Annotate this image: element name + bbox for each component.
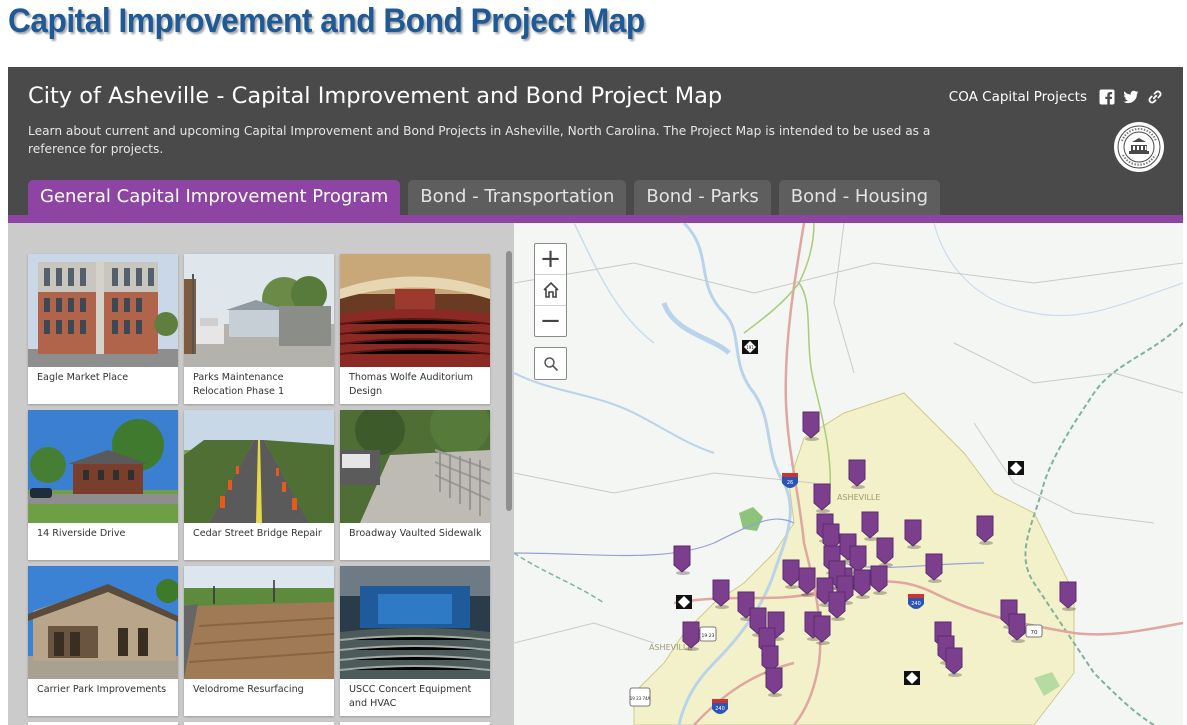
project-pin[interactable] (802, 411, 820, 441)
project-card-broadway-vaulted-sidewalk[interactable]: Broadway Vaulted Sidewalk (340, 410, 490, 560)
project-thumbnail (340, 566, 490, 679)
project-thumbnail (28, 254, 178, 367)
coa-capital-projects-link[interactable]: COA Capital Projects (949, 89, 1087, 105)
project-pin[interactable] (848, 459, 866, 489)
route-shield-19-23: 19 23 (699, 626, 717, 642)
project-caption: Velodrome Resurfacing (193, 684, 304, 695)
zoom-in-button[interactable]: + (535, 244, 566, 274)
map-label-asheville-north: ASHEVILLE (837, 493, 880, 502)
project-pin[interactable] (765, 667, 783, 697)
project-pin[interactable] (904, 519, 922, 549)
project-pin[interactable] (682, 621, 700, 651)
project-map[interactable]: ASHEVILLE ASHEVILLE 26 240 240 70 19 23 (514, 223, 1183, 725)
svg-text:26: 26 (787, 480, 793, 486)
app-frame: City of Asheville - Capital Improvement … (8, 67, 1183, 725)
project-thumbnail (340, 410, 490, 523)
project-pin[interactable] (798, 567, 816, 597)
route-shield-state-ne (1008, 461, 1024, 475)
svg-text:19 23: 19 23 (702, 633, 715, 639)
route-shield-70: 70 (1025, 624, 1043, 638)
app-title: City of Asheville - Capital Improvement … (28, 83, 723, 109)
tab-bond-transportation[interactable]: Bond - Transportation (408, 180, 627, 215)
project-pin[interactable] (976, 515, 994, 545)
home-button[interactable] (535, 274, 566, 305)
project-pin[interactable] (925, 553, 943, 583)
twitter-icon[interactable] (1123, 89, 1139, 105)
project-pin[interactable] (1008, 613, 1026, 643)
route-shield-state-sw (904, 671, 920, 685)
project-pin[interactable] (712, 579, 730, 609)
project-card-uscc-concert-equipment[interactable]: USCC Concert Equipment and HVAC (340, 566, 490, 716)
tab-bond-parks[interactable]: Bond - Parks (634, 180, 771, 215)
project-card-thomas-wolfe-auditorium[interactable]: Thomas Wolfe Auditorium Design (340, 254, 490, 404)
svg-text:240: 240 (715, 706, 725, 712)
zoom-out-button[interactable]: − (535, 305, 566, 336)
project-caption: Cedar Street Bridge Repair (193, 528, 322, 539)
project-caption: Broadway Vaulted Sidewalk (349, 528, 482, 539)
project-card-parks-maintenance[interactable]: Parks Maintenance Relocation Phase 1 (184, 254, 334, 404)
project-card-carrier-park[interactable]: Carrier Park Improvements (28, 566, 178, 716)
route-shield-19-23-74a: 19 23 74A (629, 687, 651, 707)
project-thumbnail (184, 566, 334, 679)
project-pin[interactable] (813, 615, 831, 645)
search-icon (543, 356, 558, 371)
project-card-14-riverside-drive[interactable]: 14 Riverside Drive (28, 410, 178, 560)
project-thumbnail (184, 254, 334, 367)
project-caption: 14 Riverside Drive (37, 528, 126, 539)
project-caption: Eagle Market Place (37, 372, 129, 383)
svg-text:240: 240 (911, 601, 921, 607)
project-caption: Carrier Park Improvements (37, 684, 167, 695)
route-shield-state-w (676, 595, 692, 609)
app-header: City of Asheville - Capital Improvement … (8, 67, 1183, 215)
facebook-icon[interactable] (1099, 89, 1115, 105)
project-pin[interactable] (1059, 581, 1077, 611)
project-caption: USCC Concert Equipment and HVAC (349, 684, 472, 709)
sidebar-scrollbar[interactable] (506, 251, 512, 511)
project-card-eagle-market-place[interactable]: Eagle Market Place (28, 254, 178, 404)
project-pin[interactable] (870, 565, 888, 595)
page-title: Capital Improvement and Bond Project Map (8, 2, 645, 40)
project-thumbnail (28, 566, 178, 679)
route-shield-191: 191 (742, 340, 758, 354)
project-thumbnail (184, 410, 334, 523)
project-sidebar[interactable]: Eagle Market Place Parks Maintenance Rel… (8, 223, 514, 725)
zoom-control: + − (534, 243, 567, 337)
project-caption: Thomas Wolfe Auditorium Design (349, 372, 473, 397)
tab-bond-housing[interactable]: Bond - Housing (778, 180, 941, 215)
project-thumbnail (28, 410, 178, 523)
project-card-cedar-street-bridge[interactable]: Cedar Street Bridge Repair (184, 410, 334, 560)
project-pin[interactable] (813, 483, 831, 513)
project-pin[interactable] (853, 569, 871, 599)
tab-underline (8, 215, 1183, 223)
home-icon (542, 281, 559, 298)
map-search-button[interactable] (534, 347, 567, 380)
app-description: Learn about current and upcoming Capital… (28, 124, 931, 156)
project-pin[interactable] (876, 537, 894, 567)
tab-bar: General Capital Improvement Program Bond… (28, 180, 941, 215)
project-thumbnail (340, 254, 490, 367)
svg-text:19 23 74A: 19 23 74A (630, 696, 651, 701)
city-seal-logo (1113, 121, 1165, 173)
project-caption: Parks Maintenance Relocation Phase 1 (193, 372, 285, 397)
project-pin[interactable] (673, 545, 691, 575)
project-card-velodrome-resurfacing[interactable]: Velodrome Resurfacing (184, 566, 334, 716)
project-pin[interactable] (945, 647, 963, 677)
header-links: COA Capital Projects (949, 89, 1163, 105)
link-icon[interactable] (1147, 89, 1163, 105)
svg-text:191: 191 (746, 345, 754, 350)
tab-general-capital-improvement[interactable]: General Capital Improvement Program (28, 180, 401, 215)
svg-text:70: 70 (1031, 630, 1038, 636)
